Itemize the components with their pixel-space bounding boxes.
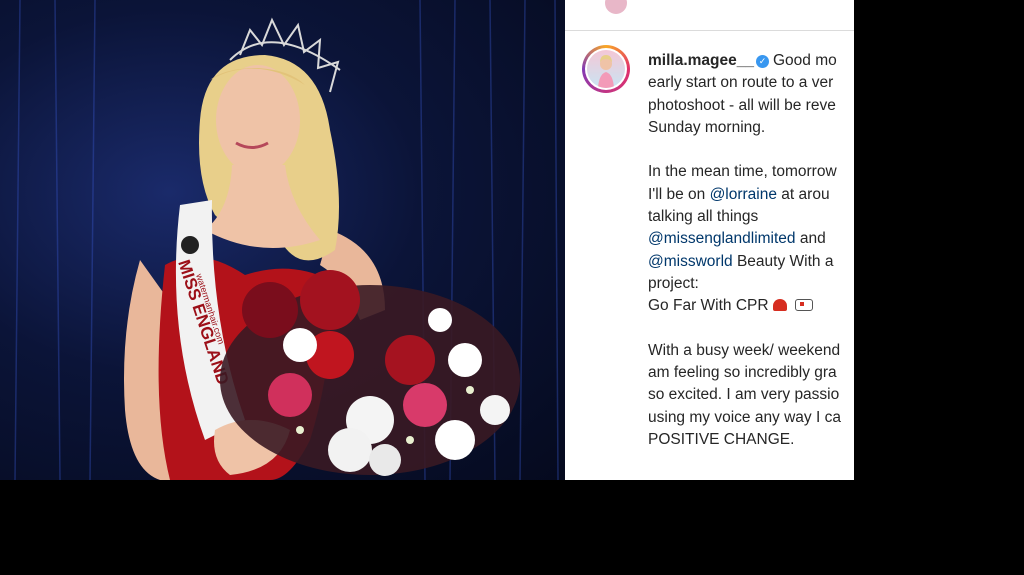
avatar-image [587, 50, 625, 88]
avatar-illustration [598, 55, 614, 88]
bouquet [220, 270, 520, 476]
caption-text: and [795, 230, 826, 248]
post-caption: milla.magee__ ✓ Good mo early start on rou… [648, 50, 854, 451]
avatar[interactable] [582, 45, 630, 93]
avatar-ring [585, 48, 627, 90]
username-link[interactable]: milla.magee__ [648, 52, 754, 69]
ambulance-icon [794, 299, 813, 312]
photo-illustration: MISS ENGLAND watermanhair.com [14, 0, 559, 480]
caption-line: POSITIVE CHANGE. [648, 431, 795, 449]
caption-line: photoshoot - all will be reve [648, 96, 836, 114]
post-sidebar: milla.magee__ ✓ Good mo early start on rou… [565, 0, 854, 480]
caption-line: In the mean time, tomorrow [648, 163, 837, 181]
caption-line: so excited. I am very passio [648, 386, 840, 404]
mention-lorraine[interactable]: @lorraine [710, 186, 777, 203]
caption-line: project: [648, 274, 699, 292]
caption-line: early start on route to a ver [648, 74, 834, 92]
caption-line: using my voice any way I ca [648, 408, 841, 426]
caption-text: Good mo [772, 52, 837, 69]
caption-line: Sunday morning. [648, 118, 766, 136]
post-photo[interactable]: MISS ENGLAND watermanhair.com [0, 0, 565, 480]
caption-line: am feeling so incredibly gra [648, 364, 837, 382]
mention-missenglandlimited[interactable]: @missenglandlimited [648, 230, 796, 247]
mention-missworld[interactable]: @missworld [648, 253, 733, 270]
caption-line: talking all things [648, 208, 759, 226]
caption-text: at arou [777, 185, 830, 203]
caption-text: I'll be on [648, 185, 710, 203]
siren-icon [772, 299, 787, 312]
caption-text: Beauty With a [732, 252, 834, 270]
caption-line: With a busy week/ weekend [648, 341, 841, 359]
caption-text: Go Far With CPR [648, 297, 769, 315]
header-avatar[interactable] [605, 0, 627, 14]
post-header [565, 0, 854, 31]
verified-badge-icon: ✓ [755, 55, 769, 68]
